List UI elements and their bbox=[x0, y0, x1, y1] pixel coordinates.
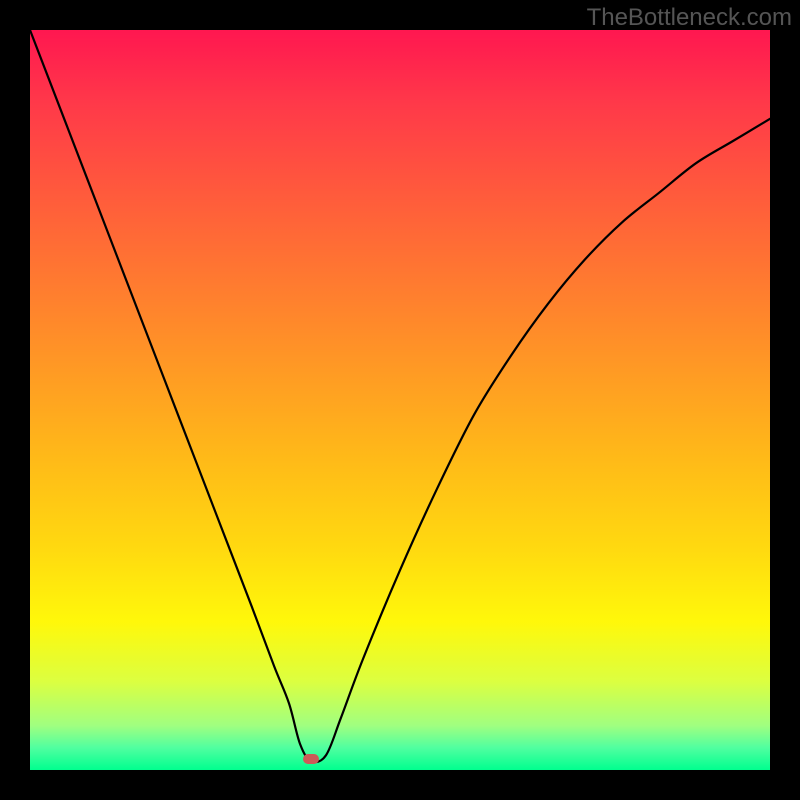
minimum-marker bbox=[303, 754, 319, 764]
bottleneck-curve bbox=[30, 30, 770, 770]
watermark-text: TheBottleneck.com bbox=[587, 4, 792, 32]
chart-gradient-area bbox=[30, 30, 770, 770]
